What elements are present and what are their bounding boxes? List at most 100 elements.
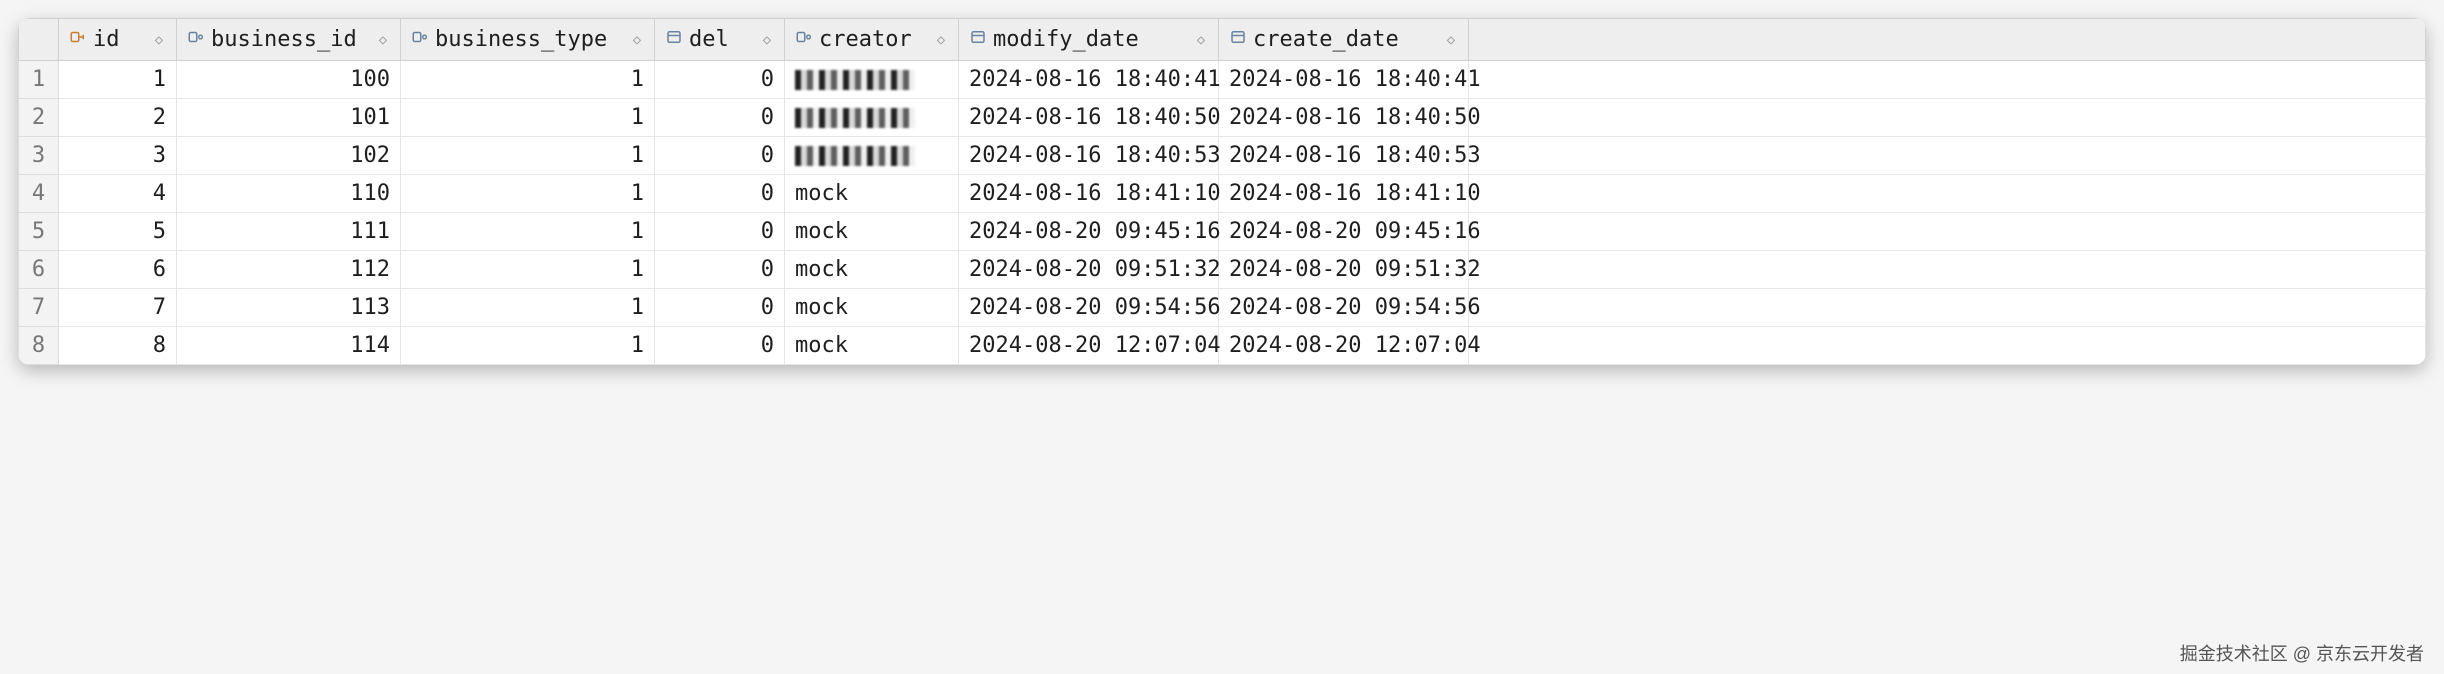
column-type-icon [187,27,205,52]
cell-business_id[interactable]: 111 [177,213,401,251]
sort-icon[interactable]: ◇ [152,33,166,47]
cell-modify_date[interactable]: 2024-08-20 09:54:56 [959,289,1219,327]
cell-id[interactable]: 7 [59,289,177,327]
cell-creator[interactable] [785,99,959,137]
cell-create_date[interactable]: 2024-08-16 18:40:53 [1219,137,1469,175]
cell-del[interactable]: 0 [655,251,785,289]
row-number: 2 [19,99,59,137]
column-label: creator [819,27,928,52]
cell-creator[interactable] [785,61,959,99]
cell-create_date[interactable]: 2024-08-20 09:45:16 [1219,213,1469,251]
cell-business_id[interactable]: 110 [177,175,401,213]
cell-create_date[interactable]: 2024-08-20 09:51:32 [1219,251,1469,289]
cell-modify_date[interactable]: 2024-08-20 09:45:16 [959,213,1219,251]
column-header-business_id[interactable]: business_id ◇ [177,19,401,61]
row-number: 8 [19,327,59,365]
cell-creator[interactable]: mock [785,213,959,251]
table-row[interactable]: 7711310mock2024-08-20 09:54:562024-08-20… [19,289,2426,327]
column-header-del[interactable]: del◇ [655,19,785,61]
sort-icon[interactable]: ◇ [376,33,390,47]
cell-id[interactable]: 3 [59,137,177,175]
column-label: create_date [1253,27,1438,52]
cell-create_date[interactable]: 2024-08-20 09:54:56 [1219,289,1469,327]
column-header-creator[interactable]: creator ◇ [785,19,959,61]
table-row[interactable]: 11100102024-08-16 18:40:412024-08-16 18:… [19,61,2426,99]
table-row[interactable]: 4411010mock2024-08-16 18:41:102024-08-16… [19,175,2426,213]
sort-icon[interactable]: ◇ [1194,33,1208,47]
cell-business_type[interactable]: 1 [401,99,655,137]
column-label: business_id [211,27,370,52]
row-number: 4 [19,175,59,213]
column-header-id[interactable]: id ◇ [59,19,177,61]
cell-id[interactable]: 8 [59,327,177,365]
table-header: id◇business_id◇business_type◇del◇creator… [19,19,2426,61]
cell-del[interactable]: 0 [655,99,785,137]
column-header-business_type[interactable]: business_type◇ [401,19,655,61]
cell-modify_date[interactable]: 2024-08-16 18:41:10 [959,175,1219,213]
cell-modify_date[interactable]: 2024-08-20 09:51:32 [959,251,1219,289]
cell-id[interactable]: 6 [59,251,177,289]
cell-business_id[interactable]: 102 [177,137,401,175]
cell-del[interactable]: 0 [655,327,785,365]
redacted-value [795,70,915,90]
cell-business_type[interactable]: 1 [401,175,655,213]
row-number-header [19,19,59,61]
cell-business_id[interactable]: 100 [177,61,401,99]
column-type-icon [1229,27,1247,52]
table-row[interactable]: 6611210mock2024-08-20 09:51:322024-08-20… [19,251,2426,289]
table-row[interactable]: 33102102024-08-16 18:40:532024-08-16 18:… [19,137,2426,175]
column-header-create_date[interactable]: create_date ◇ [1219,19,1469,61]
column-label: modify_date [993,27,1188,52]
cell-modify_date[interactable]: 2024-08-16 18:40:41 [959,61,1219,99]
cell-business_type[interactable]: 1 [401,137,655,175]
cell-del[interactable]: 0 [655,289,785,327]
column-header-modify_date[interactable]: modify_date ◇ [959,19,1219,61]
cell-modify_date[interactable]: 2024-08-16 18:40:50 [959,99,1219,137]
cell-business_id[interactable]: 113 [177,289,401,327]
cell-del[interactable]: 0 [655,213,785,251]
cell-modify_date[interactable]: 2024-08-16 18:40:53 [959,137,1219,175]
cell-id[interactable]: 4 [59,175,177,213]
cell-creator[interactable] [785,137,959,175]
column-type-icon [69,27,87,52]
cell-id[interactable]: 1 [59,61,177,99]
cell-business_id[interactable]: 101 [177,99,401,137]
table-row[interactable]: 5511110mock2024-08-20 09:45:162024-08-20… [19,213,2426,251]
cell-creator[interactable]: mock [785,327,959,365]
cell-id[interactable]: 2 [59,99,177,137]
results-table: id◇business_id◇business_type◇del◇creator… [18,18,2426,365]
cell-modify_date[interactable]: 2024-08-20 12:07:04 [959,327,1219,365]
cell-business_id[interactable]: 112 [177,251,401,289]
sort-icon[interactable]: ◇ [1444,33,1458,47]
column-type-icon [795,27,813,52]
row-number: 7 [19,289,59,327]
cell-create_date[interactable]: 2024-08-16 18:40:41 [1219,61,1469,99]
cell-business_type[interactable]: 1 [401,213,655,251]
cell-creator[interactable]: mock [785,175,959,213]
cell-id[interactable]: 5 [59,213,177,251]
cell-del[interactable]: 0 [655,137,785,175]
sort-icon[interactable]: ◇ [760,33,774,47]
cell-create_date[interactable]: 2024-08-16 18:41:10 [1219,175,1469,213]
cell-creator[interactable]: mock [785,289,959,327]
sort-icon[interactable]: ◇ [630,33,644,47]
cell-create_date[interactable]: 2024-08-20 12:07:04 [1219,327,1469,365]
column-label: id [93,27,146,52]
cell-business_id[interactable]: 114 [177,327,401,365]
cell-business_type[interactable]: 1 [401,289,655,327]
column-type-icon [665,27,683,52]
sort-icon[interactable]: ◇ [934,33,948,47]
table-body: 11100102024-08-16 18:40:412024-08-16 18:… [19,61,2426,365]
row-number: 5 [19,213,59,251]
cell-del[interactable]: 0 [655,175,785,213]
cell-business_type[interactable]: 1 [401,327,655,365]
cell-del[interactable]: 0 [655,61,785,99]
cell-business_type[interactable]: 1 [401,251,655,289]
row-number: 1 [19,61,59,99]
cell-creator[interactable]: mock [785,251,959,289]
cell-business_type[interactable]: 1 [401,61,655,99]
table-row[interactable]: 8811410mock2024-08-20 12:07:042024-08-20… [19,327,2426,365]
cell-create_date[interactable]: 2024-08-16 18:40:50 [1219,99,1469,137]
table-row[interactable]: 22101102024-08-16 18:40:502024-08-16 18:… [19,99,2426,137]
redacted-value [795,108,915,128]
